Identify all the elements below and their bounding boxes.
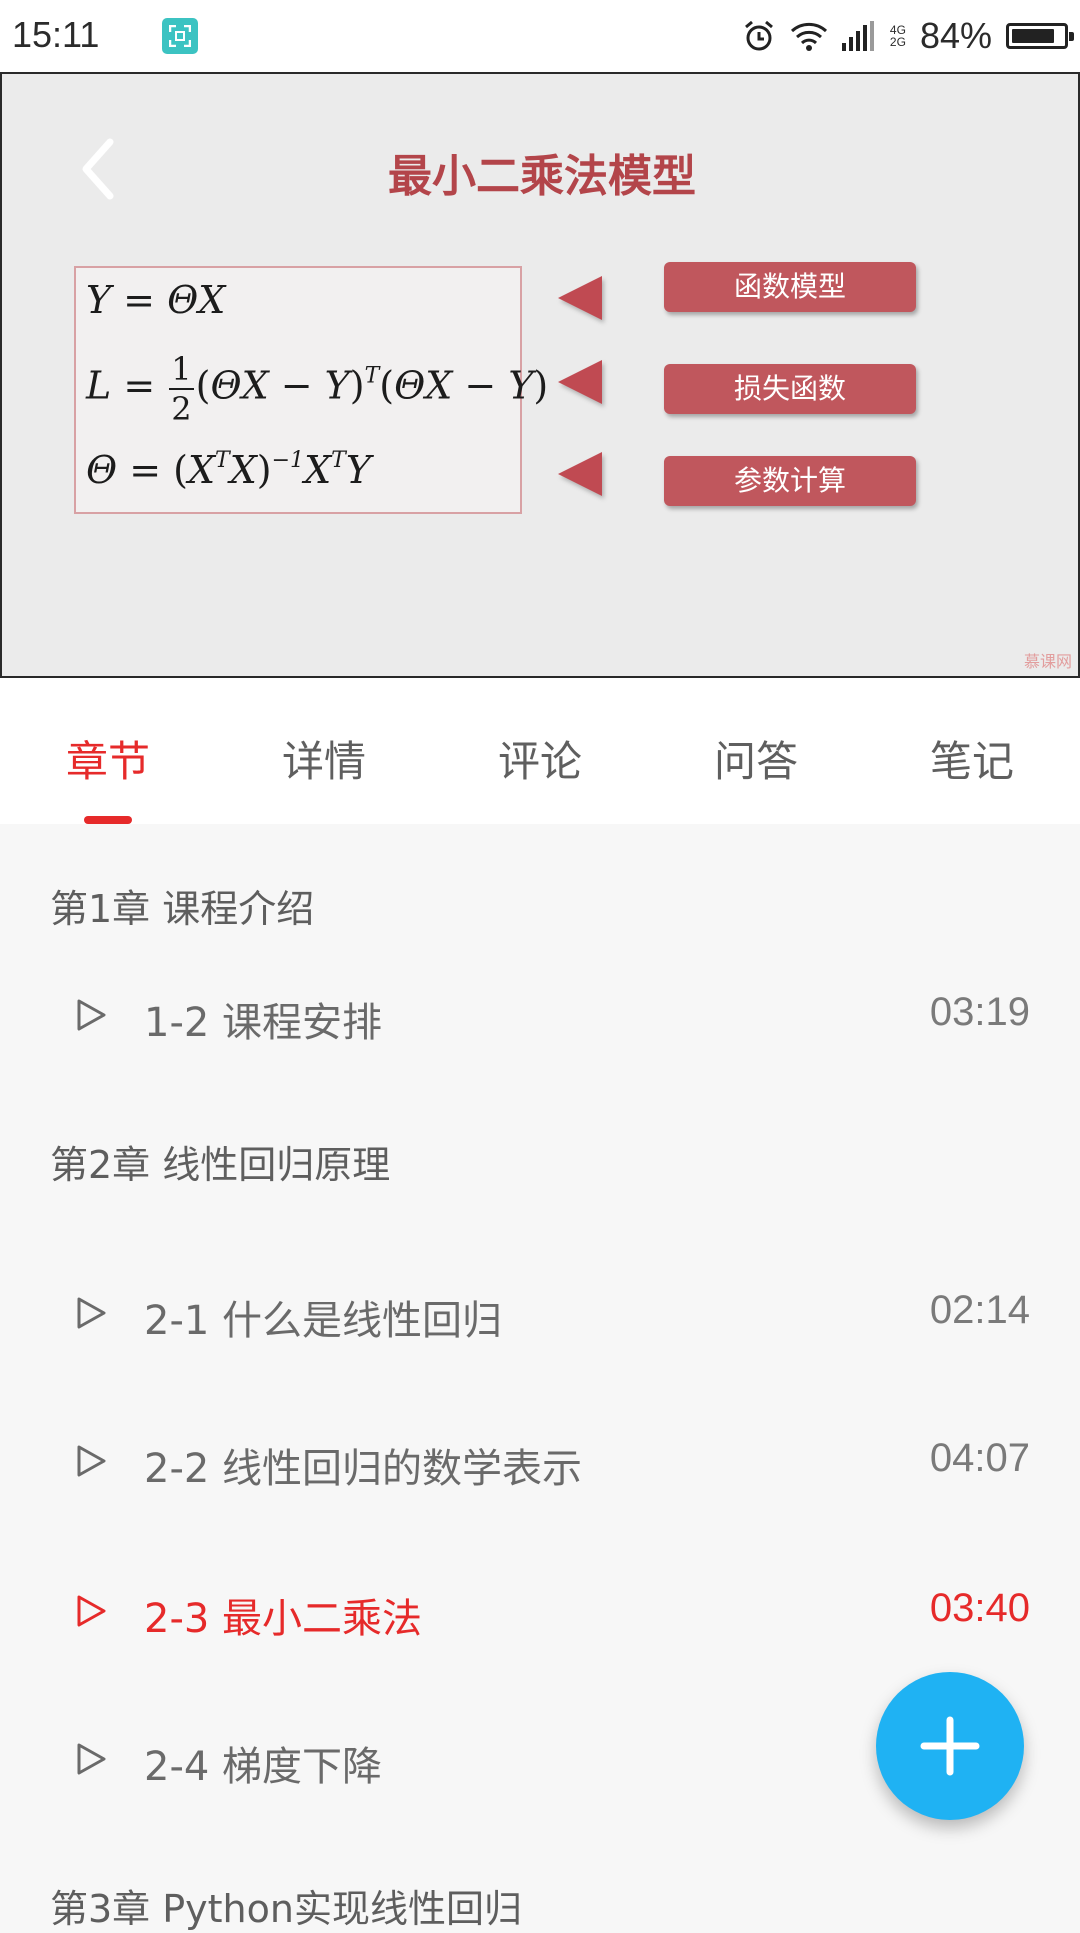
- watermark-logo: 慕课网: [1023, 652, 1072, 671]
- tab-details[interactable]: 详情: [244, 728, 404, 789]
- network-2g: 2G: [889, 35, 906, 49]
- play-icon: [77, 1595, 106, 1627]
- lesson-row[interactable]: 1-2 课程安排 03:19: [0, 970, 1080, 1070]
- plus-icon: [920, 1716, 980, 1776]
- signal-icon: [841, 21, 874, 51]
- play-icon: [77, 999, 106, 1031]
- tab-indicator: [84, 816, 132, 824]
- lesson-title: 2-1 什么是线性回归: [144, 1298, 503, 1344]
- arrow-left-icon: [558, 452, 602, 496]
- arrow-left-icon: [558, 276, 602, 320]
- chapter-heading: 第2章 线性回归原理: [50, 1143, 391, 1187]
- lesson-row[interactable]: 2-2 线性回归的数学表示 04:07: [0, 1416, 1080, 1516]
- lesson-duration: 03:19: [929, 990, 1030, 1034]
- wifi-icon: [790, 22, 827, 51]
- back-icon[interactable]: [74, 134, 124, 204]
- tab-comments[interactable]: 评论: [460, 728, 620, 789]
- slide-title: 最小二乘法模型: [388, 151, 696, 202]
- slide-label-function-model: 函数模型: [664, 262, 916, 312]
- battery-percent: 84%: [919, 15, 992, 56]
- tab-bar: 章节 详情 评论 问答 笔记: [0, 678, 1080, 824]
- lesson-duration: 02:14: [929, 1288, 1030, 1332]
- screenshot-app-icon: [162, 18, 198, 54]
- lesson-row-current[interactable]: 2-3 最小二乘法 03:40: [0, 1566, 1080, 1666]
- formula-box: Y = ΘX L = 1 2 (ΘX − Y)T(ΘX − Y) Θ = (XTX)…: [74, 266, 548, 514]
- play-icon: [77, 1445, 106, 1477]
- lesson-title: 2-2 线性回归的数学表示: [144, 1446, 583, 1492]
- status-bar: 15:11 4G 2G 84%: [0, 0, 1080, 72]
- play-icon: [77, 1297, 106, 1329]
- lesson-row[interactable]: 2-1 什么是线性回归 02:14: [0, 1268, 1080, 1368]
- alarm-icon: [744, 20, 773, 51]
- video-player[interactable]: 最小二乘法模型 Y = ΘX L = 1 2 (ΘX − Y)T(ΘX − Y) Θ…: [0, 72, 1080, 678]
- lesson-title: 1-2 课程安排: [144, 1000, 383, 1046]
- play-icon: [77, 1743, 106, 1775]
- tab-chapters[interactable]: 章节: [28, 728, 188, 789]
- network-type: 4G 2G: [890, 24, 906, 48]
- formula-model: Y = ΘX: [86, 278, 226, 322]
- lesson-title: 2-3 最小二乘法: [144, 1596, 423, 1642]
- lesson-title: 2-4 梯度下降: [144, 1744, 383, 1790]
- slide-label-param-calc: 参数计算: [664, 456, 916, 506]
- add-note-button[interactable]: [876, 1672, 1024, 1820]
- formula-params: Θ = (XTX)−1XTY: [86, 448, 371, 492]
- chapter-heading: 第3章 Python实现线性回归: [50, 1887, 522, 1931]
- tab-qa[interactable]: 问答: [676, 728, 836, 789]
- lesson-duration: 03:40: [929, 1586, 1030, 1630]
- arrow-left-icon: [558, 360, 602, 404]
- formula-loss: L = 1 2 (ΘX − Y)T(ΘX − Y): [86, 350, 549, 428]
- status-time: 15:11: [12, 14, 100, 55]
- tab-notes[interactable]: 笔记: [892, 728, 1052, 789]
- battery-icon: [1006, 23, 1074, 49]
- slide-label-loss-function: 损失函数: [664, 364, 916, 414]
- lesson-duration: 04:07: [929, 1436, 1030, 1480]
- chapter-heading: 第1章 课程介绍: [50, 887, 315, 931]
